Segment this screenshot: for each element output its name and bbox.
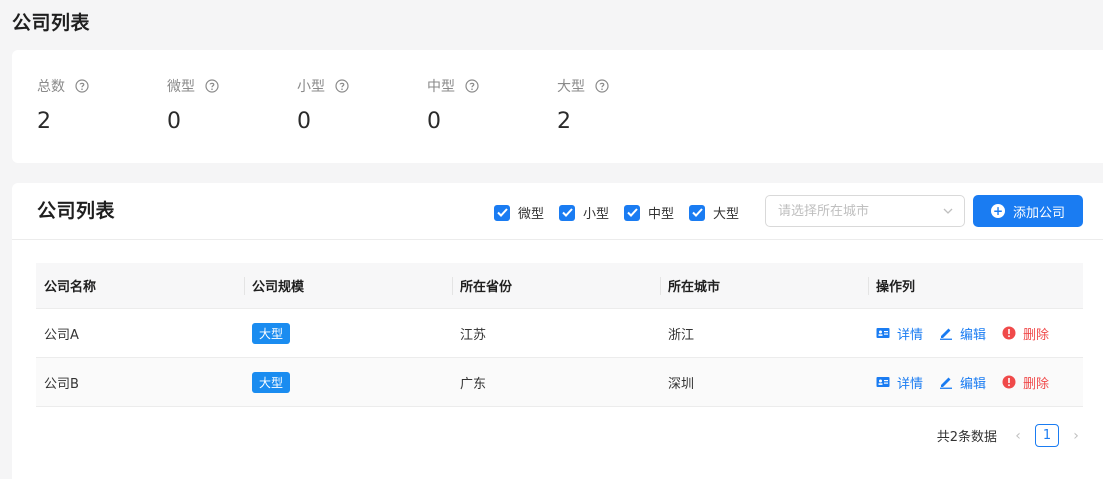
- pagination: 共2条数据 ‹ 1 ›: [937, 424, 1083, 447]
- filter-label: 微型: [518, 207, 545, 222]
- edit-label: 编辑: [960, 376, 987, 392]
- detail-label: 详情: [897, 327, 924, 343]
- pencil-icon: [940, 377, 953, 389]
- city-select-input[interactable]: [778, 203, 938, 219]
- company-name-cell: 公司A: [44, 327, 79, 343]
- stat-value: 2: [37, 109, 51, 134]
- add-company-button[interactable]: + 添加公司: [973, 195, 1083, 227]
- filter-large-checkbox[interactable]: 大型: [689, 203, 739, 222]
- company-table: 公司名称 公司规模 所在省份 所在城市 操作列 公司A 大型 江苏 浙江 详情 …: [36, 263, 1083, 407]
- chevron-left-icon[interactable]: ‹: [1011, 428, 1025, 444]
- detail-label: 详情: [897, 376, 924, 392]
- column-header: 所在省份: [452, 263, 660, 308]
- delete-label: 删除: [1023, 376, 1050, 392]
- stat-label: 总数: [37, 79, 65, 95]
- stat-label: 微型: [167, 79, 195, 95]
- help-icon[interactable]: [465, 79, 479, 93]
- scale-filters: 微型 小型 中型 大型: [494, 203, 754, 222]
- chevron-down-icon: [943, 208, 953, 214]
- add-company-label: 添加公司: [1012, 205, 1065, 221]
- table-header: 公司名称 公司规模 所在省份 所在城市 操作列: [36, 263, 1083, 309]
- id-card-icon: [876, 328, 890, 338]
- exclamation-circle-icon: [1002, 375, 1016, 389]
- stat-label: 中型: [427, 79, 455, 95]
- stats-card: 总数 2 微型 0 小型 0 中型 0 大型 2: [12, 50, 1103, 163]
- list-title: 公司列表: [37, 200, 116, 222]
- stat-value: 0: [427, 109, 441, 134]
- chevron-right-icon[interactable]: ›: [1069, 428, 1083, 444]
- checkbox-checked-icon[interactable]: [559, 204, 576, 221]
- scale-tag: 大型: [252, 371, 291, 393]
- delete-label: 删除: [1023, 327, 1050, 343]
- help-icon[interactable]: [595, 79, 609, 93]
- stat-large: 大型 2: [557, 77, 609, 134]
- filter-small-checkbox[interactable]: 小型: [559, 203, 609, 222]
- edit-button[interactable]: 编辑: [939, 373, 986, 392]
- help-icon[interactable]: [335, 79, 349, 93]
- help-icon[interactable]: [205, 79, 219, 93]
- column-header: 所在城市: [660, 263, 868, 308]
- checkbox-checked-icon[interactable]: [624, 204, 641, 221]
- edit-button[interactable]: 编辑: [939, 324, 986, 343]
- scale-cell: 大型: [244, 322, 452, 344]
- actions-cell: 详情 编辑 删除: [868, 324, 1083, 343]
- stat-micro: 微型 0: [167, 77, 219, 134]
- column-header: 公司名称: [44, 280, 97, 295]
- filter-label: 小型: [583, 207, 610, 222]
- page-number-button[interactable]: 1: [1035, 424, 1059, 447]
- filter-medium-checkbox[interactable]: 中型: [624, 203, 674, 222]
- filter-label: 大型: [713, 207, 740, 222]
- actions-cell: 详情 编辑 删除: [868, 373, 1083, 392]
- stat-value: 0: [297, 109, 311, 134]
- company-list-card: 公司列表 微型 小型 中型 大型 + 添加公司 公司名称 公司规模 所在省份: [12, 183, 1103, 479]
- city-cell: 浙江: [668, 327, 695, 343]
- city-cell: 深圳: [668, 376, 695, 392]
- id-card-icon: [876, 377, 890, 387]
- table-row: 公司A 大型 江苏 浙江 详情 编辑 删除: [36, 309, 1083, 358]
- detail-button[interactable]: 详情: [876, 324, 923, 343]
- filter-label: 中型: [648, 207, 675, 222]
- filter-micro-checkbox[interactable]: 微型: [494, 203, 544, 222]
- column-header: 公司规模: [244, 263, 452, 308]
- pencil-icon: [940, 328, 953, 340]
- province-cell: 广东: [460, 376, 487, 392]
- stat-label: 小型: [297, 79, 325, 95]
- exclamation-circle-icon: [1002, 326, 1016, 340]
- detail-button[interactable]: 详情: [876, 373, 923, 392]
- delete-button[interactable]: 删除: [1002, 373, 1049, 392]
- table-row: 公司B 大型 广东 深圳 详情 编辑 删除: [36, 358, 1083, 407]
- help-icon[interactable]: [75, 79, 89, 93]
- edit-label: 编辑: [960, 327, 987, 343]
- page-title: 公司列表: [12, 12, 91, 34]
- company-name-cell: 公司B: [44, 376, 79, 392]
- total-count-text: 共2条数据: [936, 430, 997, 445]
- divider: [12, 239, 1103, 240]
- checkbox-checked-icon[interactable]: [494, 204, 510, 221]
- stat-medium: 中型 0: [427, 77, 479, 134]
- city-select[interactable]: [765, 195, 965, 227]
- province-cell: 江苏: [460, 327, 487, 343]
- plus-circle-icon: +: [990, 204, 1005, 218]
- stat-small: 小型 0: [297, 77, 349, 134]
- stat-value: 2: [557, 109, 571, 134]
- column-header: 操作列: [868, 263, 1083, 308]
- scale-cell: 大型: [244, 371, 452, 393]
- stat-label: 大型: [557, 79, 585, 95]
- checkbox-checked-icon[interactable]: [689, 204, 706, 221]
- stat-value: 0: [167, 109, 181, 134]
- stat-total: 总数 2: [37, 77, 89, 134]
- delete-button[interactable]: 删除: [1002, 324, 1049, 343]
- scale-tag: 大型: [252, 322, 291, 344]
